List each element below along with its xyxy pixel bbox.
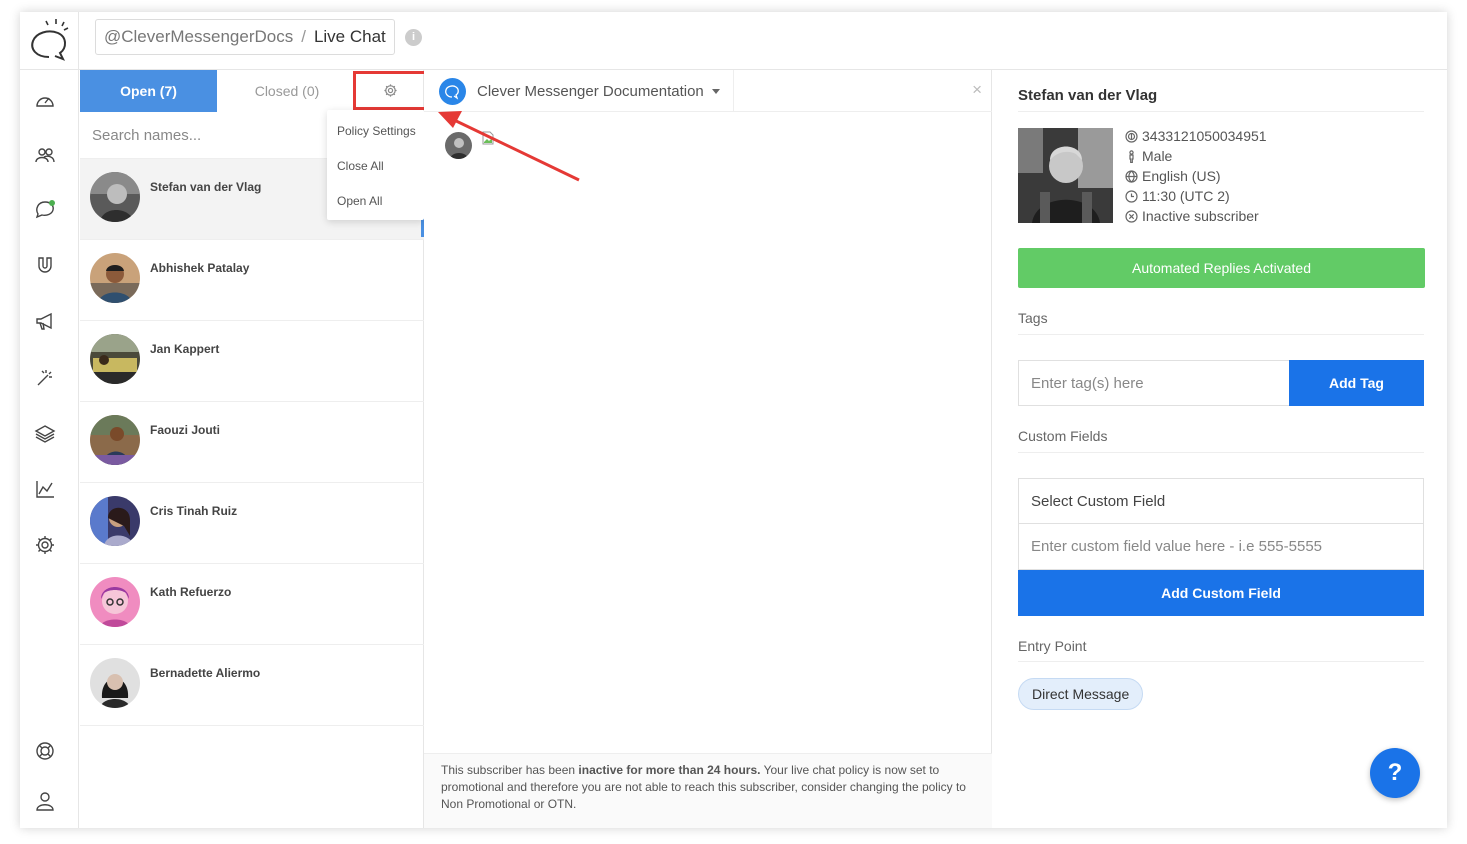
lifebuoy-icon[interactable] <box>34 740 56 762</box>
avatar <box>90 172 140 222</box>
contact-name: Abhishek Patalay <box>150 261 250 275</box>
entry-point-title: Entry Point <box>1018 638 1087 654</box>
page-selector[interactable]: Clever Messenger Documentation <box>424 70 734 112</box>
conversation-row[interactable]: Abhishek Patalay <box>80 240 424 321</box>
subscriber-locale-value: English (US) <box>1142 168 1221 184</box>
megaphone-icon[interactable] <box>34 310 56 332</box>
subscriber-locale: English (US) <box>1125 168 1221 184</box>
contact-name: Faouzi Jouti <box>150 423 220 437</box>
subscriber-status-value: Inactive subscriber <box>1142 208 1259 224</box>
divider <box>1018 661 1424 662</box>
breadcrumb-account[interactable]: @CleverMessengerDocs <box>104 27 293 47</box>
list-settings-menu: Policy Settings Close All Open All <box>327 110 424 220</box>
fingerprint-icon <box>1125 129 1138 143</box>
broken-image-icon <box>480 130 496 146</box>
clock-icon <box>1125 189 1138 203</box>
logo-icon <box>31 19 69 61</box>
app-logo[interactable] <box>20 12 79 70</box>
menu-item-open-all[interactable]: Open All <box>337 194 382 208</box>
tags-title: Tags <box>1018 310 1048 326</box>
search-input[interactable] <box>80 112 310 159</box>
automated-replies-button[interactable]: Automated Replies Activated <box>1018 248 1425 288</box>
contact-name: Kath Refuerzo <box>150 585 232 599</box>
info-icon[interactable]: i <box>405 29 422 46</box>
policy-notice: This subscriber has been inactive for mo… <box>424 753 992 828</box>
nav-sidebar <box>20 70 79 828</box>
policy-notice-bold: inactive for more than 24 hours. <box>578 763 761 777</box>
subscriber-time-value: 11:30 (UTC 2) <box>1142 188 1230 204</box>
custom-fields-title: Custom Fields <box>1018 428 1108 444</box>
add-custom-field-button[interactable]: Add Custom Field <box>1018 570 1424 616</box>
breadcrumb-separator: / <box>301 27 306 46</box>
avatar <box>90 415 140 465</box>
conversation-row[interactable]: Bernadette Aliermo <box>80 645 424 726</box>
divider <box>1018 111 1424 112</box>
magic-wand-icon[interactable] <box>34 366 56 388</box>
avatar <box>90 496 140 546</box>
policy-notice-prefix: This subscriber has been <box>441 763 579 777</box>
contact-name: Stefan van der Vlag <box>150 180 262 194</box>
menu-item-policy-settings[interactable]: Policy Settings <box>337 124 416 138</box>
help-button[interactable]: ? <box>1370 748 1420 798</box>
dashboard-icon[interactable] <box>34 90 56 112</box>
contact-name: Jan Kappert <box>150 342 220 356</box>
page-name: Clever Messenger Documentation <box>477 82 704 100</box>
tag-input[interactable] <box>1018 360 1289 406</box>
close-icon[interactable]: × <box>972 80 982 100</box>
circle-x-icon <box>1125 209 1138 223</box>
subscriber-time: 11:30 (UTC 2) <box>1125 188 1230 204</box>
contact-name: Cris Tinah Ruiz <box>150 504 238 518</box>
page-title: Live Chat <box>313 27 386 46</box>
conversation-tabs: Open (7) Closed (0) <box>80 70 427 112</box>
user-profile-icon[interactable] <box>34 790 56 812</box>
conversation-row[interactable]: Cris Tinah Ruiz <box>80 483 424 564</box>
divider <box>1018 334 1424 335</box>
custom-field-value-input[interactable] <box>1018 524 1424 570</box>
top-header: @CleverMessengerDocs / Live Chat i <box>20 12 1447 70</box>
subscriber-gender: Male <box>1125 148 1172 164</box>
entry-point-badge: Direct Message <box>1018 678 1144 710</box>
subscriber-id-value: 3433121050034951 <box>1142 128 1267 144</box>
custom-field-select[interactable]: Select Custom Field <box>1018 478 1424 524</box>
add-tag-button[interactable]: Add Tag <box>1289 360 1424 406</box>
gear-icon <box>383 84 397 97</box>
app-window: @CleverMessengerDocs / Live Chat i Open … <box>20 12 1447 828</box>
subscriber-id: 3433121050034951 <box>1125 128 1267 144</box>
subscriber-details-panel: Stefan van der Vlag 3433121050034951 Mal… <box>993 70 1447 828</box>
chevron-down-icon <box>711 88 720 94</box>
avatar <box>445 132 472 159</box>
tab-open[interactable]: Open (7) <box>80 70 217 112</box>
magnet-icon[interactable] <box>34 254 56 276</box>
globe-icon <box>1125 169 1138 183</box>
chat-header: Clever Messenger Documentation × <box>424 70 992 112</box>
settings-gear-icon[interactable] <box>34 534 56 556</box>
subscriber-gender-value: Male <box>1142 148 1173 164</box>
analytics-chart-icon[interactable] <box>34 478 56 500</box>
layers-icon[interactable] <box>34 422 56 444</box>
tab-closed[interactable]: Closed (0) <box>217 70 357 112</box>
contact-name: Bernadette Aliermo <box>150 666 261 680</box>
breadcrumb: @CleverMessengerDocs / Live Chat <box>95 19 395 55</box>
chat-pane: Clever Messenger Documentation × This su… <box>424 70 992 828</box>
menu-item-close-all[interactable]: Close All <box>337 159 384 173</box>
chat-bubble-icon[interactable] <box>34 198 56 220</box>
conversation-row[interactable]: Kath Refuerzo <box>80 564 424 645</box>
list-settings-button[interactable] <box>353 71 427 110</box>
divider <box>1018 452 1424 453</box>
subscriber-status: Inactive subscriber <box>1125 208 1259 224</box>
avatar <box>90 334 140 384</box>
subscriber-name: Stefan van der Vlag <box>1018 87 1158 104</box>
conversation-rows: Stefan van der Vlag Abhishek Patalay Jan… <box>80 159 424 726</box>
page-logo-icon <box>439 77 466 105</box>
person-icon <box>1129 149 1134 163</box>
conversation-row[interactable]: Faouzi Jouti <box>80 402 424 483</box>
conversation-row[interactable]: Jan Kappert <box>80 321 424 402</box>
users-icon[interactable] <box>34 144 56 166</box>
avatar <box>90 577 140 627</box>
subscriber-photo <box>1018 128 1113 223</box>
avatar <box>90 658 140 708</box>
avatar <box>90 253 140 303</box>
